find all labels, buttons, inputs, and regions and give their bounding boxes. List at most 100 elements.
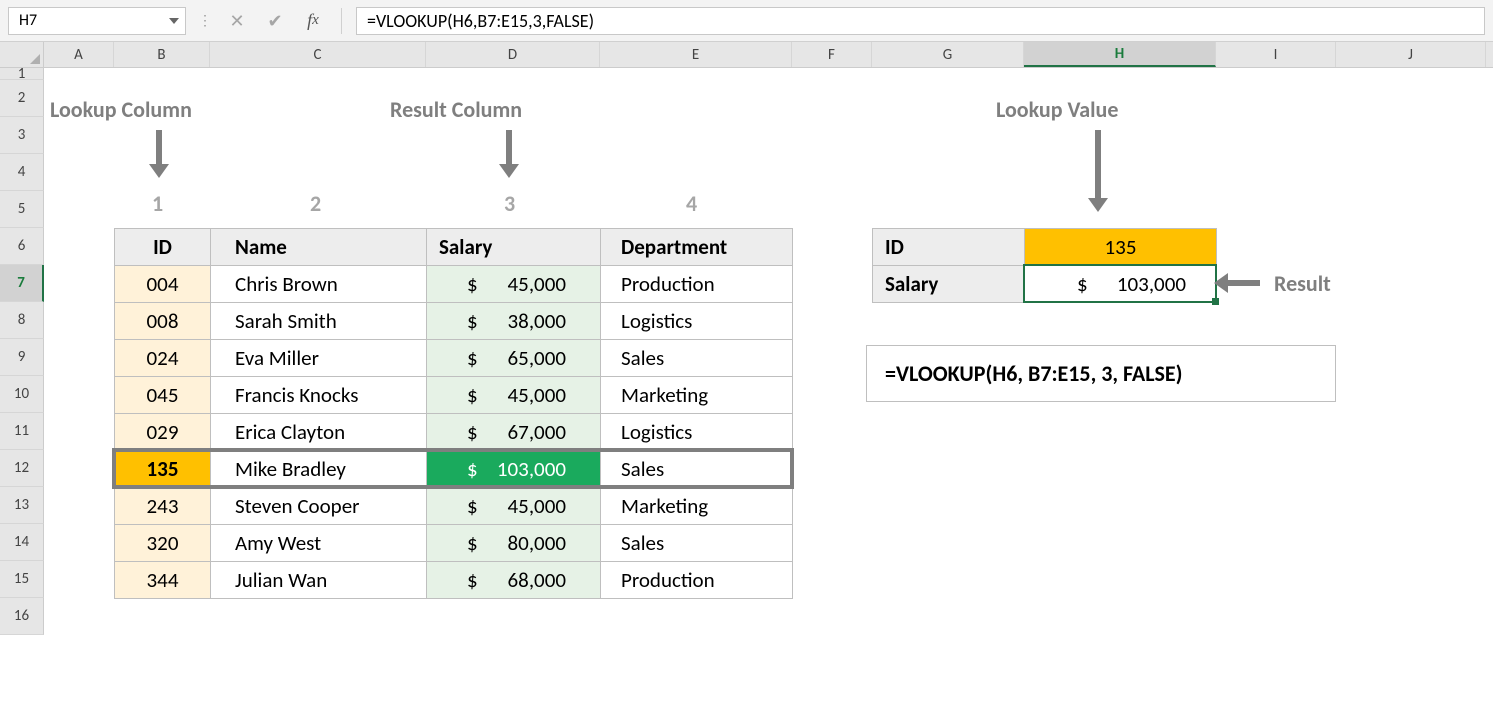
row-header-9[interactable]: 9 <box>0 339 44 376</box>
cell-dept[interactable]: Logistics <box>601 414 793 451</box>
cell-salary[interactable]: $38,000 <box>427 303 601 340</box>
row-header-11[interactable]: 11 <box>0 413 44 450</box>
table-row: 243Steven Cooper$45,000Marketing <box>115 488 793 525</box>
cell-dept[interactable]: Production <box>601 562 793 599</box>
select-all-corner[interactable] <box>0 42 44 68</box>
cell-name[interactable]: Amy West <box>211 525 427 562</box>
cell-id[interactable]: 135 <box>115 451 211 488</box>
name-box[interactable]: H7 <box>8 7 186 35</box>
row-header-4[interactable]: 4 <box>0 154 44 191</box>
cell-name[interactable]: Steven Cooper <box>211 488 427 525</box>
lookup-id-row: ID 135 <box>873 229 1217 266</box>
cell-name[interactable]: Eva Miller <box>211 340 427 377</box>
column-header-H[interactable]: H <box>1024 42 1216 67</box>
arrow-left-icon <box>1226 280 1260 286</box>
column-header-B[interactable]: B <box>114 42 210 67</box>
cell-id[interactable]: 024 <box>115 340 211 377</box>
drag-handle-icon[interactable]: ⋮ <box>196 12 213 29</box>
header-id[interactable]: ID <box>115 229 211 266</box>
table-row: 008Sarah Smith$38,000Logistics <box>115 303 793 340</box>
cell-name[interactable]: Sarah Smith <box>211 303 427 340</box>
cell-id[interactable]: 008 <box>115 303 211 340</box>
table-row: 320Amy West$80,000Sales <box>115 525 793 562</box>
label-lookup-column: Lookup Column <box>50 96 192 123</box>
cell-name[interactable]: Francis Knocks <box>211 377 427 414</box>
column-header-C[interactable]: C <box>210 42 426 67</box>
cell-name[interactable]: Julian Wan <box>211 562 427 599</box>
cells-area[interactable]: Lookup Column Result Column Lookup Value… <box>44 68 1493 635</box>
header-dept[interactable]: Department <box>601 229 793 266</box>
cell-salary[interactable]: $45,000 <box>427 266 601 303</box>
column-header-E[interactable]: E <box>600 42 792 67</box>
cell-name[interactable]: Erica Clayton <box>211 414 427 451</box>
divider <box>341 8 342 34</box>
column-header-F[interactable]: F <box>792 42 872 67</box>
cell-name[interactable]: Chris Brown <box>211 266 427 303</box>
row-header-13[interactable]: 13 <box>0 487 44 524</box>
cell-dept[interactable]: Production <box>601 266 793 303</box>
column-header-I[interactable]: I <box>1216 42 1336 67</box>
table-row: 135Mike Bradley$103,000Sales <box>115 451 793 488</box>
fx-icon[interactable]: fx <box>299 7 327 35</box>
cell-dept[interactable]: Logistics <box>601 303 793 340</box>
column-headers: ABCDEFGHIJ <box>0 42 1493 68</box>
cell-salary[interactable]: $103,000 <box>427 451 601 488</box>
row-header-8[interactable]: 8 <box>0 302 44 339</box>
lookup-id-label[interactable]: ID <box>873 229 1025 266</box>
formula-callout: =VLOOKUP(H6, B7:E15, 3, FALSE) <box>866 345 1336 402</box>
cell-id[interactable]: 243 <box>115 488 211 525</box>
lookup-box[interactable]: ID 135 Salary $ 103,000 <box>872 228 1217 303</box>
cell-salary[interactable]: $45,000 <box>427 488 601 525</box>
row-header-14[interactable]: 14 <box>0 524 44 561</box>
cell-id[interactable]: 320 <box>115 525 211 562</box>
table-body: 004Chris Brown$45,000Production008Sarah … <box>115 266 793 599</box>
cell-salary[interactable]: $45,000 <box>427 377 601 414</box>
cell-salary[interactable]: $68,000 <box>427 562 601 599</box>
row-header-3[interactable]: 3 <box>0 117 44 154</box>
cell-id[interactable]: 344 <box>115 562 211 599</box>
row-header-6[interactable]: 6 <box>0 228 44 265</box>
row-header-7[interactable]: 7 <box>0 265 44 302</box>
row-header-2[interactable]: 2 <box>0 80 44 117</box>
cell-dept[interactable]: Marketing <box>601 377 793 414</box>
data-table[interactable]: ID Name Salary Department 004Chris Brown… <box>114 228 793 599</box>
row-header-12[interactable]: 12 <box>0 450 44 487</box>
cell-dept[interactable]: Sales <box>601 340 793 377</box>
lookup-id-value[interactable]: 135 <box>1025 229 1217 266</box>
header-name[interactable]: Name <box>211 229 427 266</box>
column-header-J[interactable]: J <box>1336 42 1486 67</box>
arrow-down-icon <box>506 130 512 166</box>
column-header-G[interactable]: G <box>872 42 1024 67</box>
header-salary[interactable]: Salary <box>427 229 601 266</box>
column-header-D[interactable]: D <box>426 42 600 67</box>
lookup-salary-value[interactable]: $ 103,000 <box>1025 266 1217 303</box>
formula-input[interactable]: =VLOOKUP(H6,B7:E15,3,FALSE) <box>356 7 1485 35</box>
cell-reference: H7 <box>19 11 37 30</box>
cell-salary[interactable]: $80,000 <box>427 525 601 562</box>
col-index-3: 3 <box>504 190 515 217</box>
cell-salary[interactable]: $65,000 <box>427 340 601 377</box>
chevron-down-icon[interactable] <box>169 18 179 24</box>
cell-dept[interactable]: Marketing <box>601 488 793 525</box>
row-header-16[interactable]: 16 <box>0 598 44 635</box>
table-row: 029Erica Clayton$67,000Logistics <box>115 414 793 451</box>
cell-dept[interactable]: Sales <box>601 525 793 562</box>
cell-id[interactable]: 004 <box>115 266 211 303</box>
cancel-icon[interactable]: ✕ <box>223 7 251 35</box>
cell-id[interactable]: 029 <box>115 414 211 451</box>
row-headers: 12345678910111213141516 <box>0 68 44 635</box>
table-row: 024Eva Miller$65,000Sales <box>115 340 793 377</box>
row-header-1[interactable]: 1 <box>0 68 44 80</box>
label-result: Result <box>1274 270 1331 297</box>
cell-name[interactable]: Mike Bradley <box>211 451 427 488</box>
row-header-15[interactable]: 15 <box>0 561 44 598</box>
lookup-result-row: Salary $ 103,000 <box>873 266 1217 303</box>
lookup-salary-label[interactable]: Salary <box>873 266 1025 303</box>
column-header-A[interactable]: A <box>44 42 114 67</box>
row-header-10[interactable]: 10 <box>0 376 44 413</box>
cell-dept[interactable]: Sales <box>601 451 793 488</box>
cell-salary[interactable]: $67,000 <box>427 414 601 451</box>
accept-icon[interactable]: ✔ <box>261 7 289 35</box>
cell-id[interactable]: 045 <box>115 377 211 414</box>
row-header-5[interactable]: 5 <box>0 191 44 228</box>
